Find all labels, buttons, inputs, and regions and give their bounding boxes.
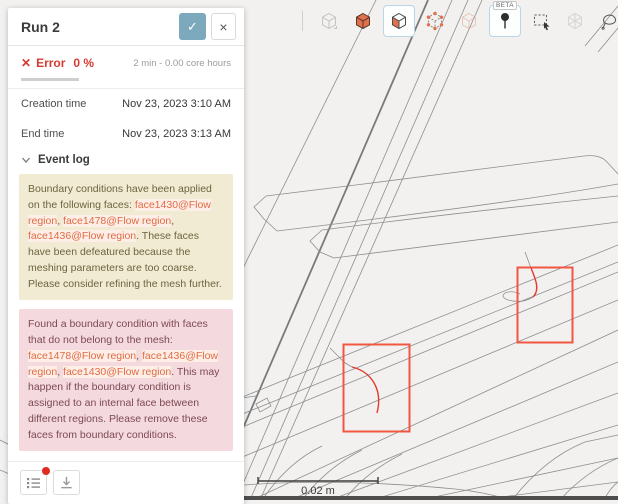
end-time-value: Nov 23, 2023 3:13 AM (122, 128, 231, 140)
face-link[interactable]: face1430@Flow region (63, 366, 171, 378)
download-log-button[interactable] (53, 470, 80, 495)
end-time-label: End time (21, 128, 64, 140)
confirm-button[interactable]: ✓ (179, 13, 206, 40)
box-select-icon[interactable] (529, 9, 553, 33)
error-label: Error (36, 56, 65, 70)
face-link[interactable]: face1478@Flow region (63, 215, 171, 227)
core-hours-text: 2 min - 0.00 core hours (133, 58, 231, 69)
warning-text: , (171, 215, 174, 227)
error-percent: 0 % (73, 56, 94, 70)
creation-time-label: Creation time (21, 98, 86, 110)
surface-cube-icon[interactable] (383, 5, 415, 37)
view-cube-icon[interactable] (317, 9, 341, 33)
run-status-row: ✕ Error 0 % 2 min - 0.00 core hours (8, 46, 244, 70)
run-details-panel: Run 2 ✓ × ✕ Error 0 % 2 min - 0.00 core ho… (8, 8, 244, 504)
defeatured-face-curves (352, 268, 537, 413)
event-log-list-button[interactable] (20, 470, 47, 495)
progress-bar (21, 78, 79, 81)
creation-time-value: Nov 23, 2023 3:10 AM (122, 98, 231, 110)
lasso-select-icon[interactable] (597, 9, 618, 33)
event-log-label: Event log (38, 154, 90, 166)
panel-footer (8, 461, 244, 504)
download-icon (59, 475, 74, 490)
solid-mesh-cube-icon[interactable] (351, 9, 375, 33)
mesh-clip-icon[interactable] (563, 9, 587, 33)
face-link[interactable]: face1436@Flow region (28, 230, 136, 242)
probe-point-icon[interactable]: BETA (489, 5, 521, 37)
beta-badge: BETA (493, 1, 517, 10)
error-x-icon: ✕ (21, 56, 31, 70)
event-log-error-message: Found a boundary condition with faces th… (19, 309, 233, 451)
chevron-down-icon (21, 156, 31, 164)
error-status: ✕ Error 0 % (21, 56, 94, 70)
event-log-toggle[interactable]: Event log (8, 149, 244, 174)
view-toolbar: BETA (296, 3, 618, 39)
error-text: Found a boundary condition with faces th… (28, 318, 208, 346)
face-link[interactable]: face1478@Flow region (28, 350, 136, 362)
notification-dot (42, 467, 50, 475)
transparent-cube-icon[interactable] (457, 9, 481, 33)
list-icon (26, 476, 41, 490)
creation-time-row: Creation time Nov 23, 2023 3:10 AM (8, 89, 244, 119)
vertices-cube-icon[interactable] (423, 9, 447, 33)
close-button[interactable]: × (211, 13, 236, 40)
panel-header: Run 2 ✓ × (8, 8, 244, 46)
end-time-row: End time Nov 23, 2023 3:13 AM (8, 119, 244, 149)
toolbar-separator (302, 11, 303, 31)
event-log-warning-message: Boundary conditions have been applied on… (19, 174, 233, 300)
run-title: Run 2 (21, 19, 179, 35)
